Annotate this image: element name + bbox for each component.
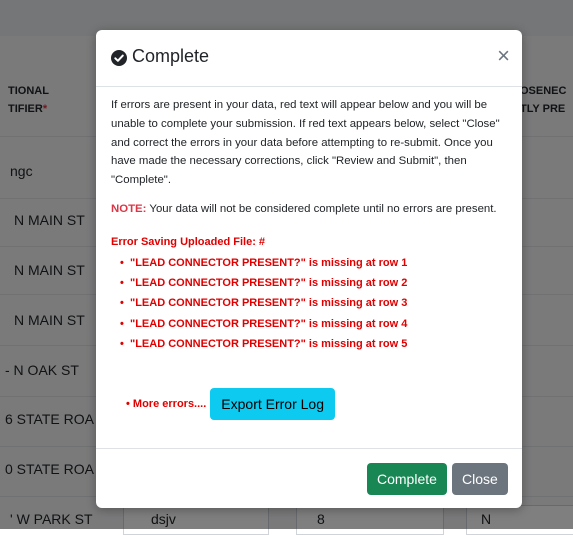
error-item: "LEAD CONNECTOR PRESENT?" is missing at … — [120, 314, 509, 335]
error-item: "LEAD CONNECTOR PRESENT?" is missing at … — [120, 334, 509, 355]
modal-title: Complete — [132, 46, 210, 66]
complete-modal: Complete × If errors are present in your… — [96, 30, 522, 508]
more-errors-text: • More errors.... — [126, 398, 207, 410]
error-item: "LEAD CONNECTOR PRESENT?" is missing at … — [120, 253, 509, 274]
close-button[interactable]: Close — [452, 463, 508, 495]
modal-body: If errors are present in your data, red … — [111, 96, 509, 355]
modal-footer: Complete Close — [96, 448, 522, 509]
modal-header: Complete × — [96, 30, 522, 87]
more-errors-row: • More errors.... Export Error Log — [126, 388, 335, 420]
error-item: "LEAD CONNECTOR PRESENT?" is missing at … — [120, 273, 509, 294]
note-body: Your data will not be considered complet… — [146, 202, 497, 215]
note-text: NOTE: Your data will not be considered c… — [111, 200, 509, 219]
error-title: Error Saving Uploaded File: # — [111, 235, 266, 248]
instructions-text: If errors are present in your data, red … — [111, 99, 500, 187]
close-icon[interactable]: × — [497, 45, 510, 67]
complete-button[interactable]: Complete — [367, 463, 447, 495]
check-circle-icon — [111, 50, 127, 66]
note-label: NOTE: — [111, 202, 147, 215]
export-error-log-button[interactable]: Export Error Log — [210, 388, 335, 420]
error-list: "LEAD CONNECTOR PRESENT?" is missing at … — [111, 253, 509, 355]
error-item: "LEAD CONNECTOR PRESENT?" is missing at … — [120, 293, 509, 314]
more-errors-label: More errors.... — [132, 398, 207, 410]
